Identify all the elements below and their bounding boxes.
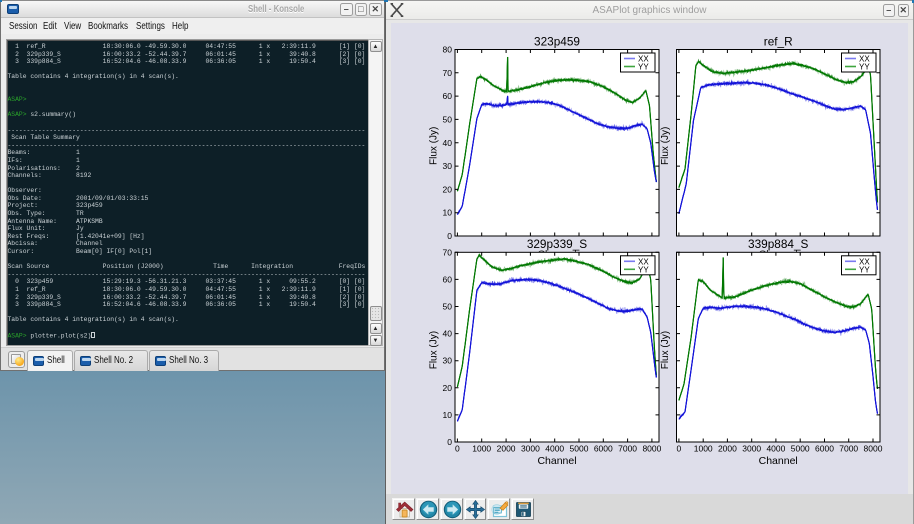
svg-text:YY: YY [859, 63, 870, 72]
svg-text:YY: YY [859, 265, 870, 274]
svg-text:50: 50 [443, 114, 453, 124]
svg-text:8000: 8000 [642, 444, 661, 454]
svg-text:30: 30 [443, 356, 453, 366]
svg-text:2000: 2000 [718, 444, 737, 454]
svg-text:20: 20 [443, 383, 453, 393]
svg-text:5000: 5000 [570, 444, 589, 454]
svg-text:10: 10 [443, 208, 453, 218]
svg-text:Flux (Jy): Flux (Jy) [429, 331, 440, 369]
svg-text:0: 0 [447, 437, 452, 447]
svg-text:YY: YY [638, 63, 649, 72]
svg-text:1000: 1000 [472, 444, 491, 454]
svg-text:1000: 1000 [694, 444, 713, 454]
svg-text:50: 50 [443, 302, 453, 312]
svg-text:70: 70 [443, 247, 453, 257]
svg-text:Channel: Channel [537, 455, 576, 467]
svg-text:2000: 2000 [497, 444, 516, 454]
svg-text:323p459: 323p459 [534, 34, 580, 48]
svg-text:40: 40 [443, 138, 453, 148]
svg-text:3000: 3000 [742, 444, 761, 454]
svg-text:Flux (Jy): Flux (Jy) [660, 331, 671, 369]
svg-text:10: 10 [443, 410, 453, 420]
svg-text:30: 30 [443, 161, 453, 171]
svg-text:0: 0 [455, 444, 460, 454]
svg-text:60: 60 [443, 91, 453, 101]
svg-text:7000: 7000 [839, 444, 858, 454]
svg-text:329p339_S: 329p339_S [527, 237, 587, 251]
svg-text:4000: 4000 [545, 444, 564, 454]
svg-text:YY: YY [638, 265, 649, 274]
svg-text:6000: 6000 [815, 444, 834, 454]
svg-text:8000: 8000 [864, 444, 883, 454]
svg-text:339p884_S: 339p884_S [748, 237, 808, 251]
svg-text:ref_R: ref_R [764, 34, 793, 48]
svg-text:20: 20 [443, 184, 453, 194]
svg-text:60: 60 [443, 274, 453, 284]
svg-text:Flux (Jy): Flux (Jy) [660, 127, 671, 165]
svg-text:70: 70 [443, 68, 453, 78]
svg-text:40: 40 [443, 329, 453, 339]
svg-text:Channel: Channel [759, 455, 798, 467]
svg-text:5000: 5000 [791, 444, 810, 454]
svg-text:80: 80 [443, 45, 453, 55]
svg-text:0: 0 [447, 231, 452, 241]
svg-text:3000: 3000 [521, 444, 540, 454]
svg-text:7000: 7000 [618, 444, 637, 454]
svg-text:4000: 4000 [766, 444, 785, 454]
svg-text:0: 0 [677, 444, 682, 454]
svg-text:6000: 6000 [594, 444, 613, 454]
svg-text:Flux (Jy): Flux (Jy) [429, 127, 440, 165]
